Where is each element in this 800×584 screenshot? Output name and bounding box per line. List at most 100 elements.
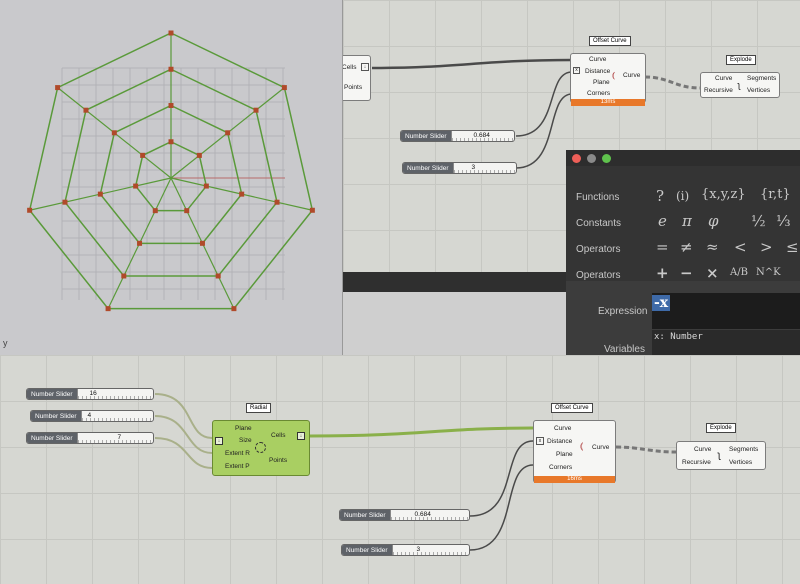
index-function-button[interactable]: (i) xyxy=(676,189,689,203)
offset-output-curve[interactable]: Curve xyxy=(623,72,640,80)
slider-name: Number Slider xyxy=(31,411,81,421)
slider-track[interactable]: 3 xyxy=(391,545,469,555)
offset-curve-icon: ⦅ xyxy=(612,70,615,80)
slider-value: 0.684 xyxy=(473,132,490,139)
cells-output-label: Cells xyxy=(342,64,357,71)
slider-name: Number Slider xyxy=(342,545,392,555)
distance-slider-top[interactable]: Number Slider 0.684 xyxy=(400,130,515,142)
minimize-window-button[interactable] xyxy=(587,154,596,163)
slider-track[interactable]: 0.684 xyxy=(450,131,514,141)
vertex-point xyxy=(168,139,174,145)
vertex-point xyxy=(281,85,287,91)
explode-output-vertices[interactable]: Vertices xyxy=(747,87,770,95)
radial-output-points[interactable]: Points xyxy=(269,457,287,465)
slider-track[interactable]: 4 xyxy=(80,411,153,421)
slider-track[interactable]: 7 xyxy=(76,433,153,443)
offset-input-distance[interactable]: Distance xyxy=(547,438,572,446)
explode-component-bottom[interactable]: Curve Recursive Segments Vertices ʅ xyxy=(676,441,766,470)
functions-label: Functions xyxy=(576,192,620,203)
approx-operator-button[interactable]: ≈ xyxy=(706,238,719,256)
offset-input-curve[interactable]: Curve xyxy=(589,56,606,64)
offset-input-curve[interactable]: Curve xyxy=(554,425,571,433)
close-window-button[interactable] xyxy=(572,154,581,163)
vertex-point xyxy=(215,273,221,279)
not-equals-operator-button[interactable]: ≠ xyxy=(680,238,693,256)
offset-input-distance[interactable]: Distance xyxy=(585,68,610,76)
offset-curve-component[interactable]: Curve Distance Plane Corners Curve ⦅ x 1… xyxy=(570,53,646,106)
minus-operator-button[interactable]: − xyxy=(680,264,693,282)
flatten-icon: ↓ xyxy=(361,63,369,71)
third-constant-button[interactable]: ⅓ xyxy=(776,212,791,230)
corners-slider-top[interactable]: Number Slider 3 xyxy=(402,162,517,174)
explode-output-segments[interactable]: Segments xyxy=(747,75,776,83)
question-function-button[interactable]: ? xyxy=(656,187,664,205)
xyz-function-button[interactable]: {x,y,z} xyxy=(701,187,746,202)
power-operator-button[interactable]: N^K xyxy=(756,267,781,278)
slider-name: Number Slider xyxy=(403,163,453,173)
radial-input-plane[interactable]: Plane xyxy=(235,425,252,433)
explode-title: Explode xyxy=(726,55,756,65)
multiply-operator-button[interactable]: × xyxy=(706,264,719,282)
constants-label: Constants xyxy=(576,218,622,229)
offset-input-corners[interactable]: Corners xyxy=(587,90,610,98)
slider-track[interactable]: 3 xyxy=(452,163,516,173)
vertex-point xyxy=(274,199,280,205)
vertex-point xyxy=(196,152,202,158)
expression-editor-window[interactable]: Functions Constants Operators Operators … xyxy=(566,150,800,355)
window-titlebar[interactable] xyxy=(566,150,800,166)
phi-constant-button[interactable]: φ xyxy=(708,212,719,230)
offset-curve-component-bottom[interactable]: Curve Distance Plane Corners Curve ⦅ x 1… xyxy=(533,420,616,483)
corners-slider-bottom[interactable]: Number Slider 3 xyxy=(341,544,470,556)
explode-input-curve[interactable]: Curve xyxy=(715,75,732,83)
divide-operator-button[interactable]: A/B xyxy=(730,267,748,278)
radial-output-cells[interactable]: Cells xyxy=(271,432,285,440)
offset-input-corners[interactable]: Corners xyxy=(549,464,572,472)
maximize-window-button[interactable] xyxy=(602,154,611,163)
expression-marker-icon: x xyxy=(536,437,544,445)
vertex-point xyxy=(231,306,237,312)
pi-constant-button[interactable]: π xyxy=(682,212,692,230)
half-constant-button[interactable]: ½ xyxy=(751,212,766,230)
vertex-point xyxy=(97,191,103,197)
equals-operator-button[interactable]: = xyxy=(656,238,669,256)
offset-curve-icon: ⦅ xyxy=(580,441,584,452)
distance-slider-bottom[interactable]: Number Slider 0.684 xyxy=(339,509,470,521)
extent-p-slider[interactable]: Number Slider 7 xyxy=(26,432,154,444)
slider-value: 16 xyxy=(89,390,97,397)
explode-icon: ʅ xyxy=(718,450,721,461)
explode-input-curve[interactable]: Curve xyxy=(694,446,711,454)
offset-output-curve[interactable]: Curve xyxy=(592,444,609,452)
explode-input-recursive[interactable]: Recursive xyxy=(682,459,711,467)
less-equal-operator-button[interactable]: ≤ xyxy=(786,238,799,256)
explode-component[interactable]: Curve Recursive Segments Vertices ʅ xyxy=(700,72,780,98)
offset-input-plane[interactable]: Plane xyxy=(593,79,610,87)
graft-input-icon: ↓ xyxy=(215,437,223,445)
offset-input-plane[interactable]: Plane xyxy=(556,451,573,459)
rhino-viewport[interactable]: y xyxy=(0,0,343,355)
plus-operator-button[interactable]: + xyxy=(656,264,669,282)
less-operator-button[interactable]: < xyxy=(734,238,747,256)
explode-output-vertices[interactable]: Vertices xyxy=(729,459,752,467)
radial-title: Radial xyxy=(246,403,272,413)
e-constant-button[interactable]: e xyxy=(658,212,667,230)
radial-component[interactable]: Plane Size Extent R Extent P Cells Point… xyxy=(212,420,310,476)
radial-input-extent-r[interactable]: Extent R xyxy=(225,450,250,458)
vertex-point xyxy=(83,107,89,113)
variables-text: x: Number xyxy=(654,332,703,342)
vertex-point xyxy=(253,107,259,113)
size-slider[interactable]: Number Slider 16 xyxy=(26,388,154,400)
explode-output-segments[interactable]: Segments xyxy=(729,446,758,454)
rt-function-button[interactable]: {r,t} xyxy=(760,187,791,202)
expression-input[interactable]: -x xyxy=(652,293,800,329)
vertex-point xyxy=(203,183,209,189)
greater-operator-button[interactable]: > xyxy=(760,238,773,256)
radial-input-size[interactable]: Size xyxy=(239,437,252,445)
extent-r-slider[interactable]: Number Slider 4 xyxy=(30,410,154,422)
radial-input-extent-p[interactable]: Extent P xyxy=(225,463,250,471)
variables-field[interactable]: x: Number xyxy=(652,330,800,355)
vertex-point xyxy=(137,240,143,246)
explode-input-recursive[interactable]: Recursive xyxy=(704,87,733,95)
offset-timing: 13ms xyxy=(571,99,645,106)
slider-track[interactable]: 0.684 xyxy=(389,510,469,520)
slider-track[interactable]: 16 xyxy=(76,389,153,399)
